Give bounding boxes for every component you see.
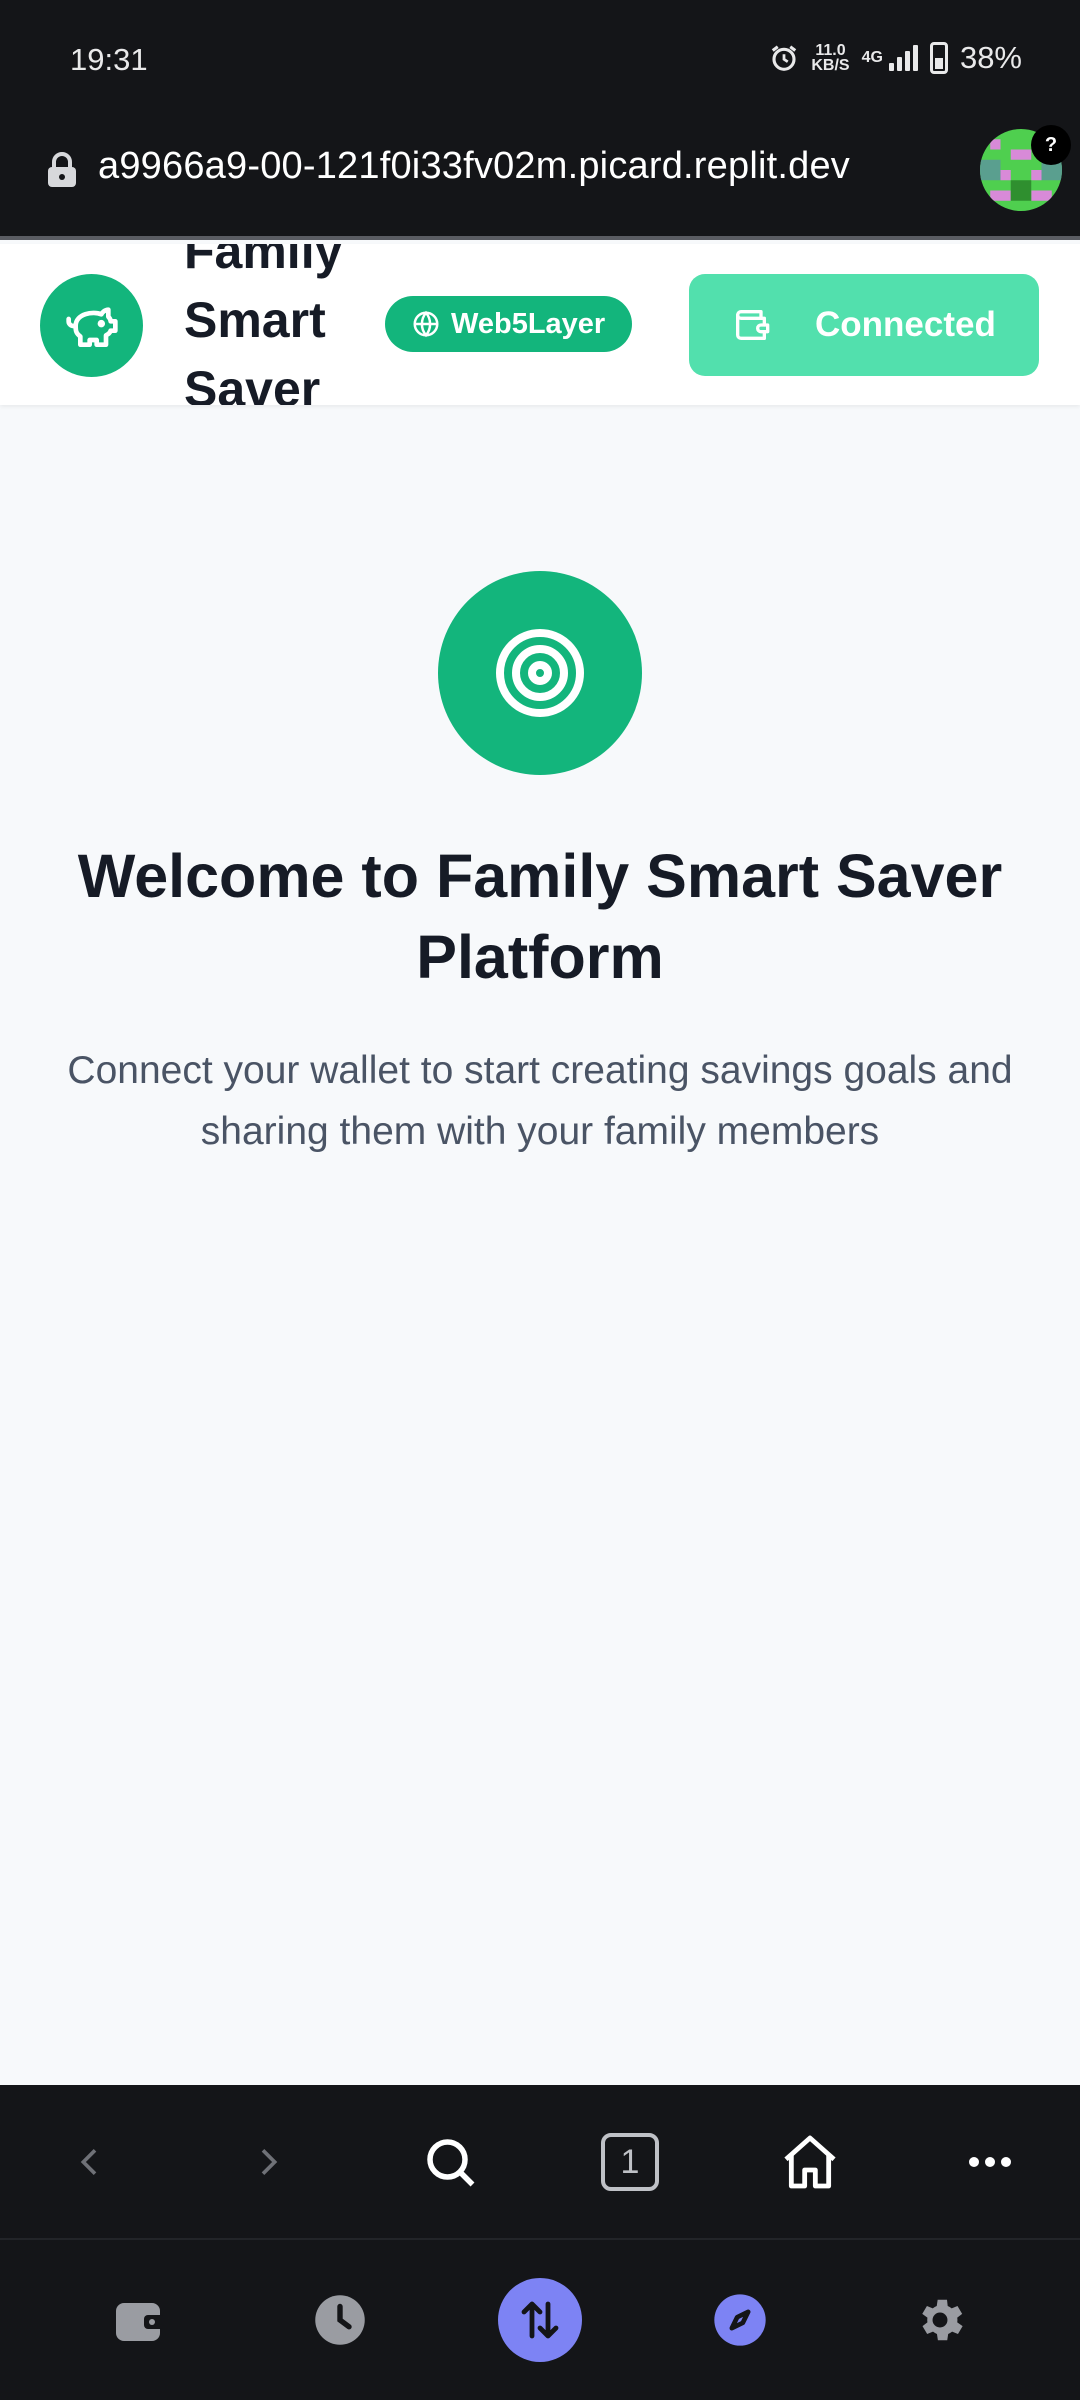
net-speed-value: 11.0 [815,42,846,59]
chevron-right-icon [261,2149,278,2175]
gear-icon [922,2299,963,2341]
back-button[interactable] [55,2127,125,2197]
search-button[interactable] [415,2127,485,2197]
app-header: Family Smart Saver Web5Layer Connected [0,244,1080,405]
compass-icon [714,2294,766,2346]
screen: 19:31 11.0 KB/S 4G 38% a9966a9-00-121f0i… [0,0,1080,2400]
home-button[interactable] [775,2127,845,2197]
wallet-connected-button[interactable]: Connected [689,274,1039,376]
globe-icon [413,310,439,338]
alarm-icon [772,45,797,71]
network-type: 4G [861,49,883,66]
nav-wallet[interactable] [98,2278,182,2362]
more-icon [969,2157,1011,2167]
lock-icon [48,152,76,187]
more-button[interactable] [955,2127,1025,2197]
welcome-title: Welcome to Family Smart Saver Platform [77,842,1003,991]
status-time: 19:31 [70,42,148,77]
nav-swap[interactable] [498,2278,582,2362]
nav-settings[interactable] [898,2278,982,2362]
url-text[interactable]: a9966a9-00-121f0i33fv02m.picard.replit.d… [98,145,850,188]
network-badge-label: Web5Layer [451,307,606,340]
battery-icon [929,42,948,74]
wallet-button-label: Connected [815,305,996,344]
network-badge[interactable]: Web5Layer [385,296,633,352]
clock-icon [315,2295,365,2345]
net-speed-unit: KB/S [811,57,850,74]
search-icon [427,2139,475,2187]
url-bar[interactable]: a9966a9-00-121f0i33fv02m.picard.replit.d… [0,125,1080,240]
welcome-subtitle: Connect your wallet to start creating sa… [67,1049,1013,1153]
tab-count: 1 [601,2133,659,2191]
status-indicators: 11.0 KB/S 4G 38% [769,40,1022,76]
tabs-button[interactable]: 1 [595,2127,665,2197]
brand-name: Family Smart Saver [184,244,343,405]
wallet-icon [736,310,770,340]
target-icon [496,629,584,717]
swap-arrows-icon [521,2301,559,2339]
battery-percent: 38% [959,40,1022,75]
browser-toolbar: 1 [0,2085,1080,2240]
avatar-badge: ? [1031,125,1071,165]
net-speed: 11.0 KB/S [811,42,850,74]
hero-icon-circle [438,571,642,775]
nav-history[interactable] [298,2278,382,2362]
status-bar: 19:31 11.0 KB/S 4G 38% [0,0,1080,125]
forward-button[interactable] [233,2127,303,2197]
home-icon [784,2135,836,2189]
signal-icon [888,45,918,71]
bottom-nav [0,2240,1080,2400]
nav-explore[interactable] [698,2278,782,2362]
logo[interactable] [40,274,143,377]
wallet-icon [116,2303,164,2341]
piggy-bank-icon [65,306,118,347]
chevron-left-icon [80,2149,97,2175]
